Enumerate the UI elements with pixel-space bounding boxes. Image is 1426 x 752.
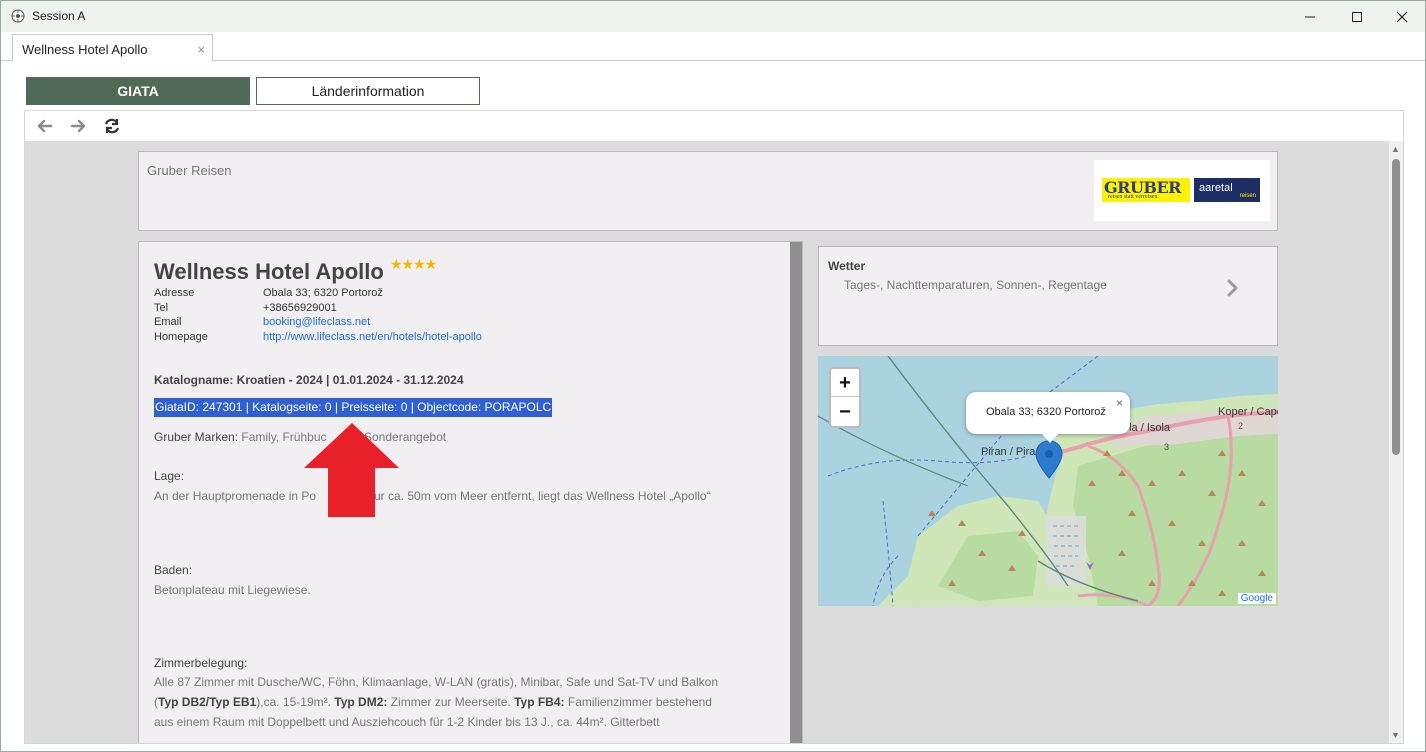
homepage-link[interactable]: http://www.lifeclass.net/en/hotels/hotel… — [263, 330, 482, 345]
gruber-logo: GRUBER reisen statt verreisen. — [1102, 178, 1190, 202]
map-label-izola: ola / Isola — [1123, 422, 1171, 434]
browser-frame: Gruber Reisen GRUBER reisen statt verrei… — [24, 110, 1404, 744]
lage-title: Lage: — [154, 469, 185, 483]
header-card: Gruber Reisen GRUBER reisen statt verrei… — [138, 151, 1278, 231]
baden-title: Baden: — [154, 563, 193, 577]
address-value: Obala 33; 6320 Portorož — [263, 287, 383, 299]
close-icon — [1396, 11, 1408, 22]
tab-close-icon[interactable]: × — [197, 42, 205, 57]
popup-close-icon[interactable]: × — [1116, 396, 1123, 410]
close-button[interactable] — [1379, 1, 1425, 32]
location-map[interactable]: Piran / Pira ola / Isola Koper / Capodi … — [818, 356, 1278, 606]
weather-card[interactable]: Wetter Tages-, Nachttemparaturen, Sonnen… — [818, 246, 1278, 346]
weather-title: Wetter — [828, 259, 866, 273]
gruber-marken: Gruber Marken: Family, Frühbuc Sonderange… — [154, 430, 446, 444]
tab-label: Wellness Hotel Apollo — [22, 42, 148, 57]
google-attribution[interactable]: Google — [1237, 593, 1276, 604]
gruber-logo-tagline: reisen statt verreisen. — [1108, 194, 1159, 200]
tel-value: +38656929001 — [263, 301, 337, 314]
chevron-right-icon[interactable] — [1225, 278, 1241, 298]
zoom-in-button[interactable]: + — [831, 369, 859, 397]
web-viewport: Gruber Reisen GRUBER reisen statt verrei… — [25, 141, 1389, 743]
weather-subtitle: Tages-, Nachttemparaturen, Sonnen-, Rege… — [844, 278, 1107, 292]
map-info-popup: Obala 33; 6320 Portorož × — [966, 392, 1130, 443]
popup-tip — [1042, 434, 1058, 443]
catalog-dates: | 01.01.2024 - 31.12.2024 — [322, 373, 464, 387]
hotel-name: Wellness Hotel Apollo — [154, 259, 384, 284]
giata-button[interactable]: GIATA — [26, 77, 250, 105]
zimmer-title: Zimmerbelegung: — [154, 656, 248, 670]
maximize-icon — [1352, 11, 1362, 22]
popup-address: Obala 33; 6320 Portorož — [986, 406, 1106, 418]
map-road-label-2: 2 — [1238, 421, 1244, 431]
scroll-down-icon[interactable]: ▼ — [1391, 730, 1400, 740]
forward-arrow-icon[interactable] — [68, 117, 88, 135]
email-label: Email — [154, 316, 182, 328]
star-rating: ★★★★ — [390, 256, 437, 272]
red-arrow-annotation — [304, 423, 399, 517]
browser-toolbar — [25, 111, 1403, 141]
organization-name: Gruber Reisen — [147, 163, 232, 178]
detail-card-scrollbar[interactable] — [790, 242, 802, 743]
aaretal-logo-text: aaretal — [1199, 182, 1233, 194]
marken-label: Gruber Marken: — [154, 430, 239, 444]
map-road-label-3: 3 — [1164, 442, 1170, 452]
app-icon — [11, 9, 25, 23]
baden-text: Betonplateau mit Liegewiese. — [154, 583, 311, 597]
zimmer-line-2: (Typ DB2/Typ EB1),ca. 15-19m². Typ DM2: … — [154, 695, 712, 709]
aaretal-logo: aaretal reisen — [1194, 178, 1260, 202]
lage-text: An der Hauptpromenade in Po ur ca. 50m vo… — [154, 489, 711, 503]
catalog-line: Katalogname: Kroatien - 2024 | 01.01.202… — [154, 373, 464, 387]
catalog-name: Katalogname: Kroatien - 2024 — [154, 373, 323, 387]
refresh-icon[interactable] — [102, 117, 122, 135]
laenderinformation-button[interactable]: Länderinformation — [256, 77, 480, 105]
tab-wellness-hotel-apollo[interactable]: Wellness Hotel Apollo × — [12, 34, 213, 62]
window-title: Session A — [32, 9, 86, 23]
title-bar: Session A — [1, 1, 1425, 32]
zimmer-text: Alle 87 Zimmer mit Dusche/WC, Föhn, Klim… — [154, 672, 774, 732]
zimmer-line-3: aus einem Raum mit Doppelbett und Auszie… — [154, 715, 660, 729]
lage-text-a: An der Hauptpromenade in Po — [154, 489, 317, 503]
maximize-button[interactable] — [1334, 1, 1380, 32]
scroll-up-icon[interactable]: ▲ — [1391, 144, 1400, 154]
zoom-out-button[interactable]: − — [831, 398, 859, 426]
page-scrollbar[interactable]: ▲ ▼ — [1389, 141, 1403, 743]
tel-label: Tel — [154, 301, 169, 314]
tab-strip: Wellness Hotel Apollo × — [1, 32, 1425, 62]
email-link[interactable]: booking@lifeclass.net — [263, 315, 370, 330]
giata-id-line[interactable]: GiataID: 247301 | Katalogseite: 0 | Prei… — [154, 398, 553, 417]
gruber-aaretal-logo: GRUBER reisen statt verreisen. aaretal r… — [1094, 160, 1270, 221]
aaretal-logo-sub: reisen — [1239, 193, 1256, 199]
map-zoom-control: + − — [829, 367, 861, 428]
minimize-button[interactable] — [1287, 1, 1333, 32]
back-arrow-icon[interactable] — [35, 117, 55, 135]
scrollbar-thumb[interactable] — [1392, 159, 1400, 455]
app-window: Session A Wellness Hotel Apollo × GIATA … — [0, 0, 1426, 752]
address-label: Adresse — [154, 287, 195, 299]
minimize-icon — [1305, 16, 1315, 17]
lage-text-b: ur ca. 50m vom Meer entfernt, liegt das … — [374, 489, 711, 503]
map-label-koper: Koper / Capodi — [1218, 406, 1278, 418]
hotel-detail-card: Wellness Hotel Apollo ★★★★ Adresse Obala… — [138, 241, 803, 743]
map-label-piran: Piran / Pira — [981, 446, 1036, 458]
zimmer-line-1: Alle 87 Zimmer mit Dusche/WC, Föhn, Klim… — [154, 675, 718, 689]
homepage-label: Homepage — [154, 330, 208, 343]
